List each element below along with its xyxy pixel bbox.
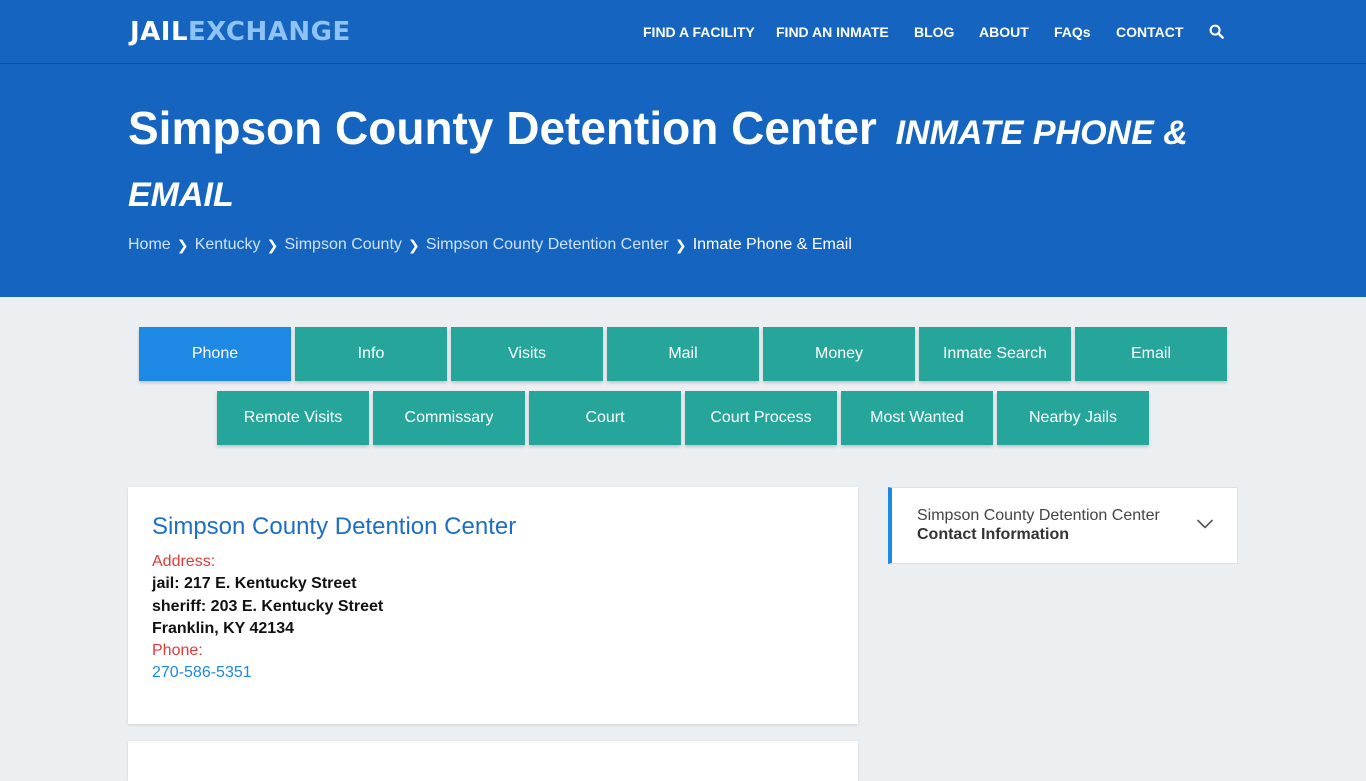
nav-find-a-facility[interactable]: FIND A FACILITY	[643, 22, 755, 42]
page-header: Simpson County Detention Center INMATE P…	[0, 64, 1366, 297]
phone-label: Phone:	[152, 642, 203, 659]
address-line-city: Franklin, KY 42134	[152, 620, 294, 637]
breadcrumb-home[interactable]: Home	[128, 236, 171, 254]
nav-faqs[interactable]: FAQs	[1054, 22, 1091, 42]
chevron-right-icon: ❯	[408, 236, 420, 253]
address-line-jail: jail: 217 E. Kentucky Street	[152, 575, 357, 592]
chevron-right-icon: ❯	[266, 236, 279, 253]
nav-contact[interactable]: CONTACT	[1116, 22, 1183, 42]
next-content-card	[128, 741, 858, 781]
search-icon[interactable]	[1209, 24, 1224, 39]
tab-remote-visits[interactable]: Remote Visits	[217, 391, 369, 445]
tab-money[interactable]: Money	[763, 327, 915, 381]
chevron-right-icon: ❯	[674, 236, 687, 253]
tab-visits[interactable]: Visits	[451, 327, 603, 381]
breadcrumb-county[interactable]: Simpson County	[285, 236, 402, 254]
tab-info[interactable]: Info	[295, 327, 447, 381]
page-title-facility: Simpson County Detention Center	[128, 102, 877, 154]
breadcrumb: Home ❯ Kentucky ❯ Simpson County ❯ Simps…	[128, 234, 852, 256]
facility-card-title: Simpson County Detention Center	[152, 513, 517, 540]
breadcrumb-current: Inmate Phone & Email	[692, 236, 852, 253]
breadcrumb-state[interactable]: Kentucky	[195, 236, 261, 254]
tab-nearby-jails[interactable]: Nearby Jails	[997, 391, 1149, 445]
main-nav: FIND A FACILITY FIND AN INMATE BLOG ABOU…	[0, 22, 1366, 42]
tab-mail[interactable]: Mail	[607, 327, 759, 381]
tab-email[interactable]: Email	[1075, 327, 1227, 381]
tab-phone[interactable]: Phone	[139, 327, 291, 381]
chevron-down-icon[interactable]	[1196, 518, 1214, 530]
address-line-sheriff: sheriff: 203 E. Kentucky Street	[152, 598, 384, 615]
contact-info-accordion[interactable]: Simpson County Detention Center Contact …	[888, 487, 1238, 564]
facility-info-card: Simpson County Detention Center Address:…	[128, 487, 858, 724]
address-label: Address:	[152, 553, 216, 570]
page-title: Simpson County Detention Center INMATE P…	[128, 100, 1208, 224]
tab-inmate-search[interactable]: Inmate Search	[919, 327, 1071, 381]
phone-link[interactable]: 270-586-5351	[152, 664, 252, 682]
nav-blog[interactable]: BLOG	[914, 22, 954, 42]
nav-about[interactable]: ABOUT	[979, 22, 1029, 42]
tab-commissary[interactable]: Commissary	[373, 391, 525, 445]
tab-court-process[interactable]: Court Process	[685, 391, 837, 445]
accordion-facility-name: Simpson County Detention Center	[917, 507, 1160, 524]
tab-most-wanted[interactable]: Most Wanted	[841, 391, 993, 445]
top-navigation-bar: JAILEXCHANGE FIND A FACILITY FIND AN INM…	[0, 0, 1366, 64]
tab-court[interactable]: Court	[529, 391, 681, 445]
nav-find-an-inmate[interactable]: FIND AN INMATE	[776, 22, 889, 42]
breadcrumb-facility[interactable]: Simpson County Detention Center	[426, 236, 669, 254]
chevron-right-icon: ❯	[176, 236, 189, 253]
accordion-heading: Contact Information	[917, 526, 1069, 543]
